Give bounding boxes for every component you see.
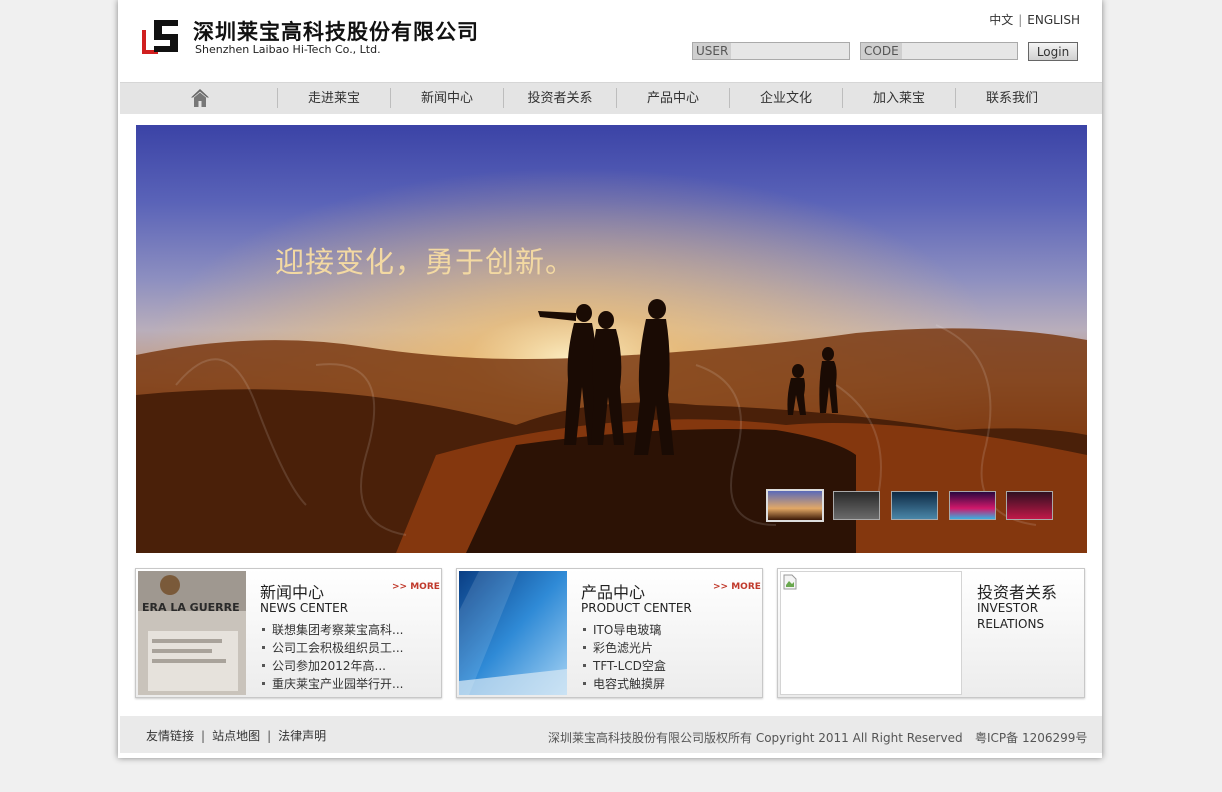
news-item[interactable]: 联想集团考察莱宝高科... [260,621,403,639]
banner-thumbnail-4[interactable] [949,491,996,520]
product-item[interactable]: ITO导电玻璃 [581,621,666,639]
newspaper-image: ERA LA GUERRE [138,571,246,695]
news-item[interactable]: 重庆莱宝产业园举行开... [260,675,403,693]
main-nav: 走进莱宝 新闻中心 投资者关系 产品中心 企业文化 加入莱宝 联系我们 [120,82,1102,114]
investor-subtitle: INVESTOR RELATIONS [977,600,1044,632]
news-subtitle: NEWS CENTER [260,601,349,615]
investor-relations-panel: 投资者关系 INVESTOR RELATIONS [777,568,1085,698]
company-name-cn: 深圳莱宝高科技股份有限公司 [193,19,479,44]
news-item[interactable]: 公司参加2012年高... [260,657,403,675]
product-item[interactable]: 彩色滤光片 [581,639,666,657]
news-list: 联想集团考察莱宝高科... 公司工会积极组织员工... 公司参加2012年高..… [260,621,403,693]
lang-divider: | [1018,13,1023,27]
banner-thumbnail-1[interactable] [766,489,824,522]
broken-image-icon [783,574,797,590]
nav-item-join[interactable]: 加入莱宝 [843,83,955,114]
footer-divider: | [201,729,206,743]
products-list: ITO导电玻璃 彩色滤光片 TFT-LCD空盒 电容式触摸屏 [581,621,666,693]
glass-product-image [459,571,567,695]
footer-divider: | [267,729,272,743]
product-item[interactable]: TFT-LCD空盒 [581,657,666,675]
news-center-panel: ERA LA GUERRE 新闻中心 NEWS CENTER >> MORE 联… [135,568,442,698]
language-switch: 中文 | ENGLISH [989,11,1080,28]
banner-thumbnail-3[interactable] [891,491,938,520]
newspaper-headline: ERA LA GUERRE [142,601,240,614]
copyright-text: 深圳莱宝高科技股份有限公司版权所有 Copyright 2011 All Rig… [548,731,963,745]
lang-chinese-link[interactable]: 中文 [989,13,1013,27]
banner-thumbnail-5[interactable] [1006,491,1053,520]
banner-slogan: 迎接变化，勇于创新。 [275,245,576,279]
footer-link-legal[interactable]: 法律声明 [278,729,326,743]
banner-thumbnail-2[interactable] [833,491,880,520]
product-center-panel: 产品中心 PRODUCT CENTER >> MORE ITO导电玻璃 彩色滤光… [456,568,763,698]
nav-item-contact[interactable]: 联系我们 [956,83,1068,114]
footer-link-friends[interactable]: 友情链接 [146,729,194,743]
page-container: 深圳莱宝高科技股份有限公司 Shenzhen Laibao Hi-Tech Co… [118,0,1102,758]
user-placeholder: USER [693,43,732,59]
news-more-link[interactable]: >> MORE [392,582,440,592]
user-field[interactable]: USER [692,42,850,60]
investor-subtitle-line1: INVESTOR [977,601,1039,615]
hero-landscape-image [136,125,1087,553]
product-item[interactable]: 电容式触摸屏 [581,675,666,693]
nav-item-investor[interactable]: 投资者关系 [504,83,616,114]
home-icon[interactable] [190,88,210,108]
lang-english-link[interactable]: ENGLISH [1027,13,1080,27]
products-subtitle: PRODUCT CENTER [581,601,692,615]
hero-banner: 迎接变化，勇于创新。 [136,125,1087,553]
news-item[interactable]: 公司工会积极组织员工... [260,639,403,657]
products-more-link[interactable]: >> MORE [713,582,761,592]
nav-item-products[interactable]: 产品中心 [617,83,729,114]
company-name-en: Shenzhen Laibao Hi-Tech Co., Ltd. [195,43,381,56]
broken-image-placeholder [780,571,962,695]
footer-links: 友情链接 | 站点地图 | 法律声明 [146,727,326,744]
page-footer: 友情链接 | 站点地图 | 法律声明 深圳莱宝高科技股份有限公司版权所有 Copyrig… [120,716,1102,753]
footer-link-sitemap[interactable]: 站点地图 [212,729,260,743]
nav-item-news[interactable]: 新闻中心 [391,83,503,114]
company-logo-icon[interactable] [140,16,182,56]
icp-number: 粤ICP备 1206299号 [975,731,1088,745]
code-placeholder: CODE [861,43,902,59]
investor-subtitle-line2: RELATIONS [977,617,1045,631]
nav-item-about[interactable]: 走进莱宝 [278,83,390,114]
code-field[interactable]: CODE [860,42,1018,60]
login-button[interactable]: Login [1028,42,1078,61]
nav-item-culture[interactable]: 企业文化 [730,83,842,114]
